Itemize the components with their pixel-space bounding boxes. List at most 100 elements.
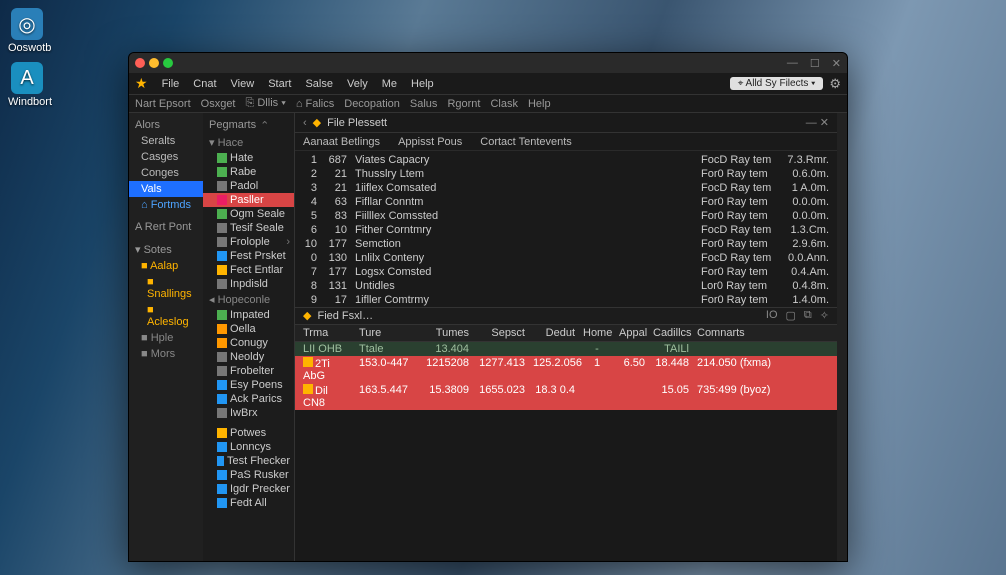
desktop-icon[interactable]: A Windbort	[8, 62, 46, 108]
tree-item[interactable]: Rabe	[203, 165, 294, 179]
tree-item[interactable]: Oella	[203, 322, 294, 336]
tree-item[interactable]: Neoldy	[203, 350, 294, 364]
tree-item[interactable]: Ogm Seale	[203, 207, 294, 221]
maximize-icon[interactable]: ☐	[810, 57, 820, 70]
close-icon[interactable]: — ✕	[806, 116, 829, 129]
menu-start[interactable]: Start	[268, 78, 291, 90]
close-icon[interactable]: ✕	[832, 57, 841, 70]
grid-row[interactable]: Dil CN8163.5.44715.38091655.02318.3 0.41…	[295, 383, 837, 410]
tool-item[interactable]: Help	[528, 98, 551, 110]
menu-help[interactable]: Help	[411, 78, 434, 90]
list-row[interactable]: 221Thusslry LtemFor0 Ray tem0.6.0m.	[295, 167, 837, 181]
tree-item[interactable]: IwBrx	[203, 406, 294, 420]
subtab[interactable]: Cortact Tentevents	[480, 136, 572, 148]
tree-item[interactable]: Conugy	[203, 336, 294, 350]
grid-row[interactable]: 2Ti AbG153.0-44712152081277.413125.2.056…	[295, 356, 837, 383]
col-h[interactable]: Appal	[615, 327, 649, 339]
gear-icon[interactable]: ⚙	[829, 76, 841, 92]
col-h[interactable]: Home	[579, 327, 615, 339]
desktop-icon[interactable]: ◎ Ooswotb	[8, 8, 46, 54]
nav-item[interactable]: Seralts	[129, 133, 203, 149]
tree-section[interactable]: ◂ Hopeconle	[203, 291, 294, 308]
menu-vely[interactable]: Vely	[347, 78, 368, 90]
minimize-button[interactable]	[149, 58, 159, 68]
list-row[interactable]: 1687Viates CapacryFocD Ray tem7.3.Rmr.	[295, 153, 837, 167]
find-label[interactable]: Fied Fsxl…	[317, 310, 373, 322]
tree-item[interactable]: Potwes	[203, 426, 294, 440]
col-h[interactable]: Sepsct	[473, 327, 529, 339]
chevron-icon[interactable]: ⌃	[260, 119, 269, 132]
tree-item[interactable]: Frolople›	[203, 235, 294, 249]
col-h[interactable]: Tumes	[415, 327, 473, 339]
tool-item[interactable]: Salus	[410, 98, 438, 110]
nav-heading[interactable]: ▾ Sotes	[129, 241, 203, 258]
titlebar[interactable]: — ☐ ✕	[129, 53, 847, 73]
tool-icon[interactable]: ⧉	[804, 309, 812, 322]
list-row[interactable]: 0130Lnlilx ContenyFocD Ray tem0.0.Ann.	[295, 251, 837, 265]
tree-item[interactable]: Esy Poens	[203, 378, 294, 392]
nav-item[interactable]: Conges	[129, 165, 203, 181]
tool-icon[interactable]: IO	[766, 309, 778, 322]
list-row[interactable]: 3211iiflex ComsatedFocD Ray tem1 A.0m.	[295, 181, 837, 195]
list-row[interactable]: 10177SemctionFor0 Ray tem2.9.6m.	[295, 237, 837, 251]
tree-item[interactable]: Lonncys	[203, 440, 294, 454]
tool-item[interactable]: Rgornt	[447, 98, 480, 110]
tree-item[interactable]: Igdr Precker	[203, 482, 294, 496]
tool-item[interactable]: Decopation	[344, 98, 400, 110]
tool-item[interactable]: Osxget	[201, 98, 236, 110]
col-h[interactable]: Cadillcs	[649, 327, 693, 339]
tree-item[interactable]: Tesif Seale	[203, 221, 294, 235]
tree-section[interactable]: ▾ Hace	[203, 134, 294, 151]
tree-item[interactable]: Inpdisld	[203, 277, 294, 291]
tree-item[interactable]: Fest Prsket	[203, 249, 294, 263]
tree-item[interactable]: Pasller	[203, 193, 294, 207]
chevron-left-icon[interactable]: ‹	[303, 117, 307, 129]
nav-item-selected[interactable]: Vals	[129, 181, 203, 197]
subtab[interactable]: Aanaat Betlings	[303, 136, 380, 148]
tree-item[interactable]: Test Fhecker	[203, 454, 294, 468]
nav-folder[interactable]: ■ Snallings	[129, 274, 203, 302]
nav-folder[interactable]: ■ Acleslog	[129, 302, 203, 330]
nav-folder[interactable]: ■ Aalap	[129, 258, 203, 274]
star-icon[interactable]: ★	[135, 75, 148, 92]
tool-icon[interactable]: ▢	[786, 309, 796, 322]
menu-me[interactable]: Me	[382, 78, 397, 90]
menu-file[interactable]: File	[162, 78, 180, 90]
close-button[interactable]	[135, 58, 145, 68]
nav-folder[interactable]: ■ Hple	[129, 330, 203, 346]
tree-item[interactable]: Hate	[203, 151, 294, 165]
menu-cnat[interactable]: Cnat	[193, 78, 216, 90]
tree-item[interactable]: Padol	[203, 179, 294, 193]
list-row[interactable]: 8131UntidlesLor0 Ray tem0.4.8m.	[295, 279, 837, 293]
list-row[interactable]: 7177Logsx ComstedFor0 Ray tem0.4.Am.	[295, 265, 837, 279]
tab-title[interactable]: File Plessett	[327, 117, 387, 129]
nav-folder[interactable]: ■ Mors	[129, 346, 203, 362]
tree-item[interactable]: Impated	[203, 308, 294, 322]
menu-salse[interactable]: Salse	[305, 78, 333, 90]
tool-item[interactable]: ⌂ Falics	[296, 98, 334, 110]
tree-item[interactable]: Fect Entlar	[203, 263, 294, 277]
col-h[interactable]: Comnarts	[693, 327, 833, 339]
list-row[interactable]: 583Fiilllex ComsstedFor0 Ray tem0.0.0m.	[295, 209, 837, 223]
col-h[interactable]: Dedut	[529, 327, 579, 339]
col-h[interactable]: Trma	[299, 327, 355, 339]
tree-item[interactable]: Fedt All	[203, 496, 294, 510]
list-row[interactable]: 610Fither CorntmryFocD Ray tem1.3.Cm.	[295, 223, 837, 237]
menu-view[interactable]: View	[231, 78, 255, 90]
tool-icon[interactable]: ✧	[820, 309, 829, 322]
tool-item[interactable]: ⎘ Dllis ▾	[246, 97, 286, 110]
tool-item[interactable]: Clask	[490, 98, 518, 110]
nav-item[interactable]: Casges	[129, 149, 203, 165]
col-h[interactable]: Ture	[355, 327, 415, 339]
subtab[interactable]: Appisst Pous	[398, 136, 462, 148]
tree-item[interactable]: PaS Rusker	[203, 468, 294, 482]
filter-button[interactable]: ⌖ Alld Sy Filects ▾	[730, 77, 824, 90]
nav-item-active[interactable]: ⌂ Fortmds	[129, 197, 203, 213]
tool-item[interactable]: Nart Epsort	[135, 98, 191, 110]
minimize-icon[interactable]: —	[787, 57, 798, 70]
tree-item[interactable]: Frobelter	[203, 364, 294, 378]
maximize-button[interactable]	[163, 58, 173, 68]
tree-item[interactable]: Ack Parics	[203, 392, 294, 406]
data-list[interactable]: 1687Viates CapacryFocD Ray tem7.3.Rmr.22…	[295, 151, 837, 307]
scrollbar[interactable]	[837, 113, 847, 561]
